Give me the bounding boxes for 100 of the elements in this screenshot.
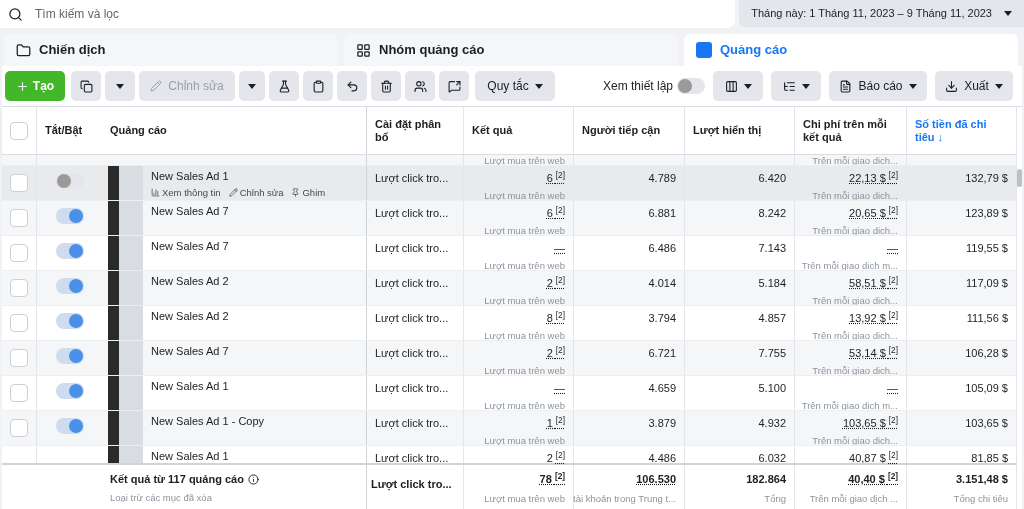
breakdown-button[interactable] — [771, 71, 821, 101]
row-action-link[interactable]: Ghim — [291, 185, 326, 200]
checkbox[interactable] — [10, 279, 28, 297]
ad-name[interactable]: New Sales Ad 1 — [151, 448, 229, 465]
cell-value: 13,92 $ $^{[2]}$ — [849, 310, 898, 326]
column-header[interactable]: Lượt hiển thị — [685, 107, 795, 154]
toggle-switch[interactable] — [55, 243, 84, 259]
cell-value: 2 $^{[2]}$ — [546, 275, 565, 291]
cell-caption: Lượt mua trên web — [484, 398, 565, 413]
cell-value: 4.659 — [648, 381, 676, 396]
checkbox[interactable] — [10, 209, 28, 227]
cell-caption: tài khoản trong Trung t... — [573, 491, 676, 506]
checkbox[interactable] — [10, 121, 28, 140]
toggle-switch[interactable] — [55, 313, 84, 329]
cell-value: Lượt click tro... — [375, 276, 450, 291]
share-button[interactable] — [439, 71, 469, 101]
search-input[interactable]: Tìm kiếm và lọc — [35, 5, 728, 23]
pencil-icon — [150, 80, 163, 92]
photo-placeholder — [108, 376, 143, 410]
caret-icon — [801, 83, 810, 89]
caret-icon — [116, 83, 124, 89]
toggle-switch[interactable] — [55, 348, 84, 364]
ad-name[interactable]: New Sales Ad 1 — [151, 168, 326, 185]
checkbox[interactable] — [10, 244, 28, 262]
flask-button[interactable] — [269, 71, 299, 101]
tab[interactable]: Quảng cáo — [684, 34, 1018, 66]
people-button[interactable] — [405, 71, 435, 101]
table-row[interactable]: New Sales Ad 1 Lượt click tro... — Lượt mua trên web 4.659 5.100 — Trên mỗi giao dịch m... 105,09 $ — [2, 375, 1017, 410]
flask-icon — [277, 79, 291, 93]
cell-caption: Lượt mua trên web — [484, 188, 565, 203]
cell-caption: Lượt mua trên web — [484, 258, 565, 273]
column-header[interactable]: Quảng cáo — [102, 107, 367, 154]
row-action-link[interactable]: Chỉnh sửa — [228, 185, 284, 200]
pencil-icon — [228, 188, 238, 198]
cell-value: 5.184 — [758, 276, 786, 291]
delete-button[interactable] — [371, 71, 401, 101]
date-range-dropdown[interactable]: Tháng này: 1 Tháng 11, 2023 – 9 Tháng 11, 2023 — [739, 0, 1024, 27]
row-action-link[interactable]: Xem thông tin — [151, 185, 221, 200]
ad-name[interactable]: New Sales Ad 2 — [151, 273, 229, 290]
ad-name[interactable]: New Sales Ad 7 — [151, 203, 229, 220]
ad-name[interactable]: New Sales Ad 2 — [151, 308, 229, 325]
cell-value: — — [554, 381, 565, 396]
toggle-switch[interactable] — [55, 208, 84, 224]
view-settings-switch[interactable] — [677, 78, 705, 94]
toggle-switch[interactable] — [55, 418, 84, 434]
columns-button[interactable] — [713, 71, 763, 101]
checkbox[interactable] — [10, 314, 28, 332]
trash-icon — [379, 79, 393, 93]
column-header[interactable]: Cài đặt phân bổ — [367, 107, 464, 154]
cell-value: Lượt click tro... — [375, 171, 450, 186]
dropdown-button[interactable] — [239, 71, 265, 101]
cell-caption: Lượt mua trên web — [484, 491, 565, 506]
column-header[interactable]: Tắt/Bật — [37, 107, 102, 154]
undo-button[interactable] — [337, 71, 367, 101]
cell-value: 111,56 $ — [966, 311, 1008, 326]
info-icon[interactable] — [247, 473, 259, 485]
cell-caption: Trên mỗi giao dịch m... — [801, 398, 898, 413]
caret-icon — [908, 83, 917, 89]
checkbox[interactable] — [10, 174, 28, 192]
cell-value: 53,14 $ $^{[2]}$ — [849, 345, 898, 361]
dropdown-button[interactable] — [105, 71, 135, 101]
caret-icon — [248, 83, 256, 89]
cell-value: 58,51 $ $^{[2]}$ — [849, 275, 898, 291]
search-field[interactable]: Tìm kiếm và lọc — [0, 0, 736, 28]
toggle-switch[interactable] — [55, 278, 84, 294]
table-row[interactable]: New Sales Ad 7 Lượt click tro... — Lượt mua trên web 6.486 7.143 — Trên mỗi giao dịch m... 119,55 $ — [2, 235, 1017, 270]
report-button[interactable]: Báo cáo — [829, 71, 927, 101]
tab[interactable]: Chiến dịch — [4, 34, 338, 66]
checkbox[interactable] — [10, 349, 28, 367]
toggle-switch[interactable] — [55, 383, 84, 399]
checkbox[interactable] — [10, 419, 28, 437]
export-button[interactable]: Xuất — [935, 71, 1013, 101]
duplicate-button[interactable] — [71, 71, 101, 101]
ad-icon — [696, 42, 712, 58]
ad-name[interactable]: New Sales Ad 1 - Copy — [151, 413, 265, 430]
cell-value: Lượt click tro... — [371, 478, 452, 490]
share-icon — [447, 79, 461, 93]
copy-icon — [79, 79, 93, 93]
column-header[interactable]: Người tiếp cận — [574, 107, 685, 154]
cell-value: Lượt click tro... — [375, 416, 450, 431]
download-icon — [945, 79, 959, 93]
cell-value: 4.014 — [648, 276, 676, 291]
cell-value: 5.100 — [758, 381, 786, 396]
cell-value: 4.486 — [648, 451, 676, 466]
clipboard-button[interactable] — [303, 71, 333, 101]
columns-icon — [724, 79, 738, 93]
document-icon — [839, 79, 853, 93]
ad-name[interactable]: New Sales Ad 7 — [151, 343, 229, 360]
rules-dropdown[interactable]: Quy tắc — [475, 71, 555, 101]
scrollbar-thumb[interactable] — [1017, 169, 1022, 187]
ad-name[interactable]: New Sales Ad 7 — [151, 238, 229, 255]
checkbox[interactable] — [10, 384, 28, 402]
cell-value: 6.420 — [758, 171, 786, 186]
cell-value: — — [887, 241, 898, 256]
table-row[interactable]: New Sales Ad 1 Lượt click tro... 2 $^{[2]}$ 4.486 6.032 40,87 $ $^{[2]}$ 81,85 $ — [2, 445, 1017, 463]
ad-name[interactable]: New Sales Ad 1 — [151, 378, 229, 395]
column-header[interactable]: Kết quả — [464, 107, 574, 154]
column-header[interactable]: Chi phí trên mỗi kết quả — [795, 107, 907, 154]
tab[interactable]: Nhóm quảng cáo — [344, 34, 678, 66]
toggle-switch[interactable] — [55, 173, 84, 189]
